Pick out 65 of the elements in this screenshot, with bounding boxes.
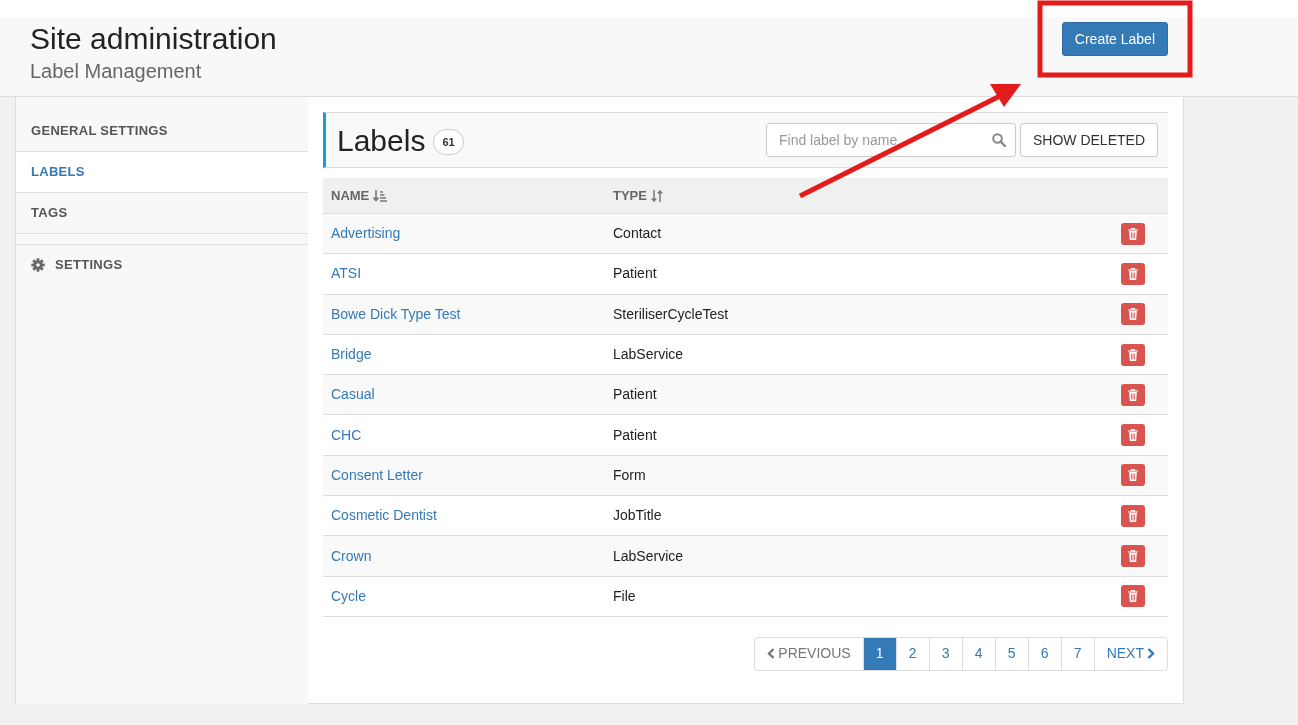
label-name-link[interactable]: Cycle — [331, 587, 366, 604]
trash-icon — [1128, 509, 1138, 522]
page-button[interactable]: 4 — [962, 637, 996, 670]
label-type: JobTitle — [613, 507, 662, 524]
label-name-link[interactable]: CHC — [331, 426, 362, 443]
label-type: Patient — [613, 265, 657, 282]
trash-icon — [1128, 590, 1138, 603]
delete-button[interactable] — [1121, 585, 1145, 608]
page-button[interactable]: 7 — [1061, 637, 1095, 670]
column-header[interactable]: TYPE — [613, 185, 647, 206]
delete-button[interactable] — [1121, 424, 1145, 447]
sort-icon — [373, 189, 388, 202]
search-field[interactable]: Find label by name — [766, 123, 1016, 157]
page-button[interactable]: 3 — [929, 637, 963, 670]
delete-button[interactable] — [1121, 545, 1145, 567]
page-button[interactable]: 6 — [1028, 637, 1062, 670]
trash-icon — [1128, 227, 1138, 240]
sort-icon — [650, 189, 663, 202]
page-button[interactable]: 2 — [896, 637, 930, 670]
label-name-link[interactable]: Advertising — [331, 225, 401, 242]
label-name-link[interactable]: Cosmetic Dentist — [331, 507, 437, 524]
label-name-link[interactable]: Consent Letter — [331, 466, 423, 483]
sidebar-item[interactable]: SETTINGS — [16, 244, 308, 285]
label-type: LabService — [613, 547, 684, 564]
panel-title: Labels — [337, 122, 426, 159]
label-name-link[interactable]: ATSI — [331, 265, 362, 282]
page-subtitle: Label Management — [30, 59, 203, 84]
delete-button[interactable] — [1121, 464, 1145, 487]
delete-button[interactable] — [1121, 303, 1145, 326]
trash-icon — [1128, 308, 1138, 321]
delete-button[interactable] — [1121, 504, 1145, 527]
trash-icon — [1128, 348, 1138, 361]
gear-icon — [31, 258, 45, 272]
label-type: SteriliserCycleTest — [613, 305, 729, 322]
chevron-left-icon — [767, 648, 776, 660]
delete-button[interactable] — [1121, 222, 1145, 245]
sidebar-item[interactable]: LABELS — [16, 152, 308, 193]
page-button[interactable]: 5 — [995, 637, 1029, 670]
chevron-right-icon — [1147, 648, 1155, 660]
create-label-button[interactable]: Create Label — [1061, 22, 1168, 56]
label-type: Patient — [613, 426, 657, 443]
label-type: Contact — [613, 225, 662, 242]
page-title: Site administration — [30, 21, 277, 57]
count-badge: 61 — [433, 128, 464, 156]
label-type: Form — [613, 466, 646, 483]
delete-button[interactable] — [1121, 262, 1145, 285]
label-type: File — [613, 587, 636, 604]
column-header[interactable]: NAME — [331, 185, 370, 206]
trash-icon — [1128, 429, 1138, 442]
label-name-link[interactable]: Casual — [331, 386, 375, 403]
delete-button[interactable] — [1121, 343, 1145, 366]
trash-icon — [1128, 388, 1138, 401]
trash-icon — [1128, 469, 1138, 482]
search-icon — [992, 133, 1006, 147]
label-name-link[interactable]: Crown — [331, 547, 372, 564]
page-button[interactable]: 1 — [863, 637, 897, 670]
label-type: LabService — [613, 346, 684, 363]
label-type: Patient — [613, 386, 657, 403]
trash-icon — [1128, 550, 1138, 562]
trash-icon — [1128, 267, 1138, 280]
label-name-link[interactable]: Bowe Dick Type Test — [331, 305, 461, 322]
next-button[interactable]: NEXT — [1094, 637, 1167, 670]
label-name-link[interactable]: Bridge — [331, 346, 372, 363]
delete-button[interactable] — [1121, 383, 1145, 406]
show-deleted-button[interactable]: SHOW DELETED — [1020, 123, 1158, 157]
